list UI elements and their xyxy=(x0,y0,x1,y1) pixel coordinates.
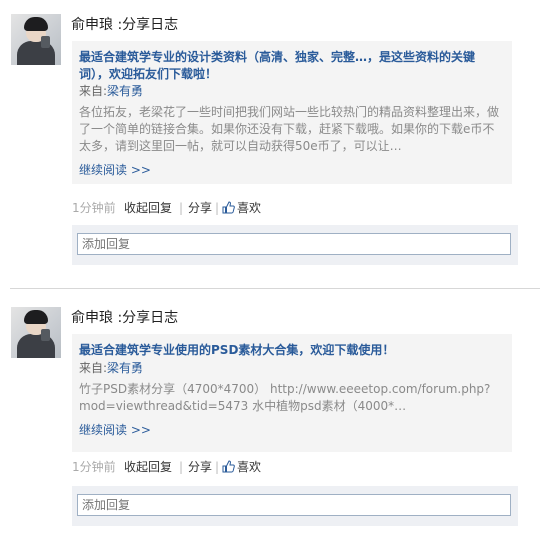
article-headline-link[interactable]: 最适合建筑学专业的设计类资料（高清、独家、完整…，是这些资料的关键词），欢迎拓友… xyxy=(79,49,503,83)
post-divider xyxy=(10,288,540,289)
read-more-link[interactable]: 继续阅读 >> xyxy=(79,162,151,178)
shared-article-card: 最适合建筑学专业的设计类资料（高清、独家、完整…，是这些资料的关键词），欢迎拓友… xyxy=(72,41,512,184)
author-link[interactable]: 梁有勇 xyxy=(107,84,143,98)
share-button[interactable]: 分享 xyxy=(188,459,212,475)
collapse-reply-button[interactable]: 收起回复 xyxy=(124,459,172,475)
post-timestamp: 1分钟前 xyxy=(72,201,116,215)
read-more-link[interactable]: 继续阅读 >> xyxy=(79,422,151,438)
article-source: 来自:梁有勇 xyxy=(79,360,143,376)
post-timestamp: 1分钟前 xyxy=(72,460,116,474)
avatar[interactable] xyxy=(11,14,61,65)
action-divider: | xyxy=(215,460,220,474)
like-button[interactable]: 喜欢 xyxy=(237,200,261,216)
article-source: 来自:梁有勇 xyxy=(79,83,143,99)
action-divider: | xyxy=(179,460,184,474)
post-title: 俞申琅 :分享日志 xyxy=(71,310,179,326)
reply-input[interactable] xyxy=(77,233,511,255)
activity-feed: 俞申琅 :分享日志 最适合建筑学专业的设计类资料（高清、独家、完整…，是这些资料… xyxy=(0,0,540,535)
reply-box xyxy=(72,486,518,526)
thumbs-up-icon[interactable] xyxy=(222,460,235,473)
author-link[interactable]: 梁有勇 xyxy=(107,361,143,375)
from-label: 来自: xyxy=(79,361,108,375)
article-excerpt: 竹子PSD素材分享（4700*4700） http://www.eeeetop.… xyxy=(79,382,491,413)
share-button[interactable]: 分享 xyxy=(188,200,212,216)
reply-box xyxy=(72,225,518,265)
article-headline-link[interactable]: 最适合建筑学专业使用的PSD素材大合集，欢迎下载使用！ xyxy=(79,342,503,359)
post-title: 俞申琅 :分享日志 xyxy=(71,17,179,33)
article-excerpt: 各位拓友，老梁花了一些时间把我们网站一些比较热门的精品资料整理出来，做了一个简单… xyxy=(79,105,500,153)
action-divider: | xyxy=(215,201,220,215)
collapse-reply-button[interactable]: 收起回复 xyxy=(124,200,172,216)
reply-input[interactable] xyxy=(77,494,511,516)
thumbs-up-icon[interactable] xyxy=(222,201,235,214)
from-label: 来自: xyxy=(79,84,108,98)
action-divider: | xyxy=(179,201,184,215)
shared-article-card: 最适合建筑学专业使用的PSD素材大合集，欢迎下载使用！ 来自:梁有勇 竹子PSD… xyxy=(72,334,512,452)
avatar[interactable] xyxy=(11,307,61,358)
like-button[interactable]: 喜欢 xyxy=(237,459,261,475)
